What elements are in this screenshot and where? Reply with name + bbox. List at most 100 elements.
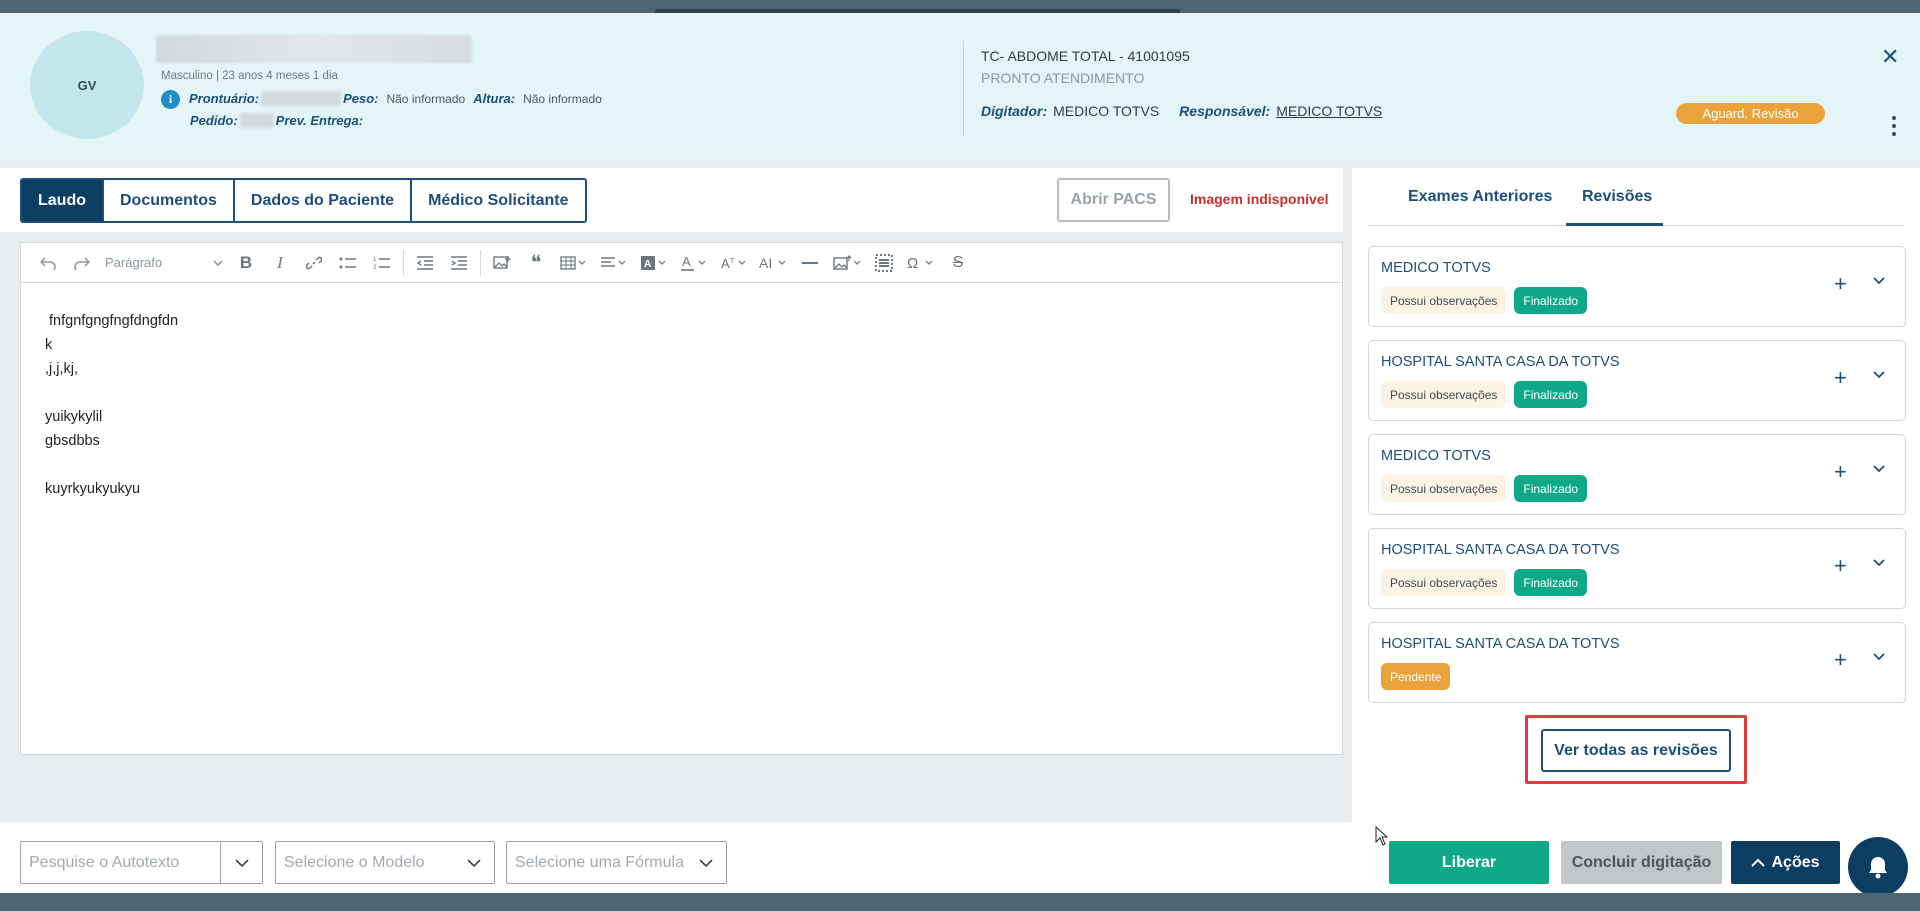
more-options-icon[interactable] (1891, 116, 1897, 136)
svg-text:T: T (730, 258, 735, 265)
image-upload-icon[interactable] (827, 248, 867, 278)
status-badge: Pendente (1381, 663, 1451, 690)
chevron-down-icon (686, 858, 726, 867)
open-pacs-button[interactable]: Abrir PACS (1057, 178, 1170, 222)
tab-documentos[interactable]: Documentos (104, 180, 235, 221)
undo-icon[interactable] (31, 248, 65, 278)
info-icon[interactable]: i (161, 90, 180, 109)
revision-badges: Possui observações Finalizado (1381, 381, 1588, 408)
tab-dados-paciente[interactable]: Dados do Paciente (234, 180, 413, 221)
status-badge: Finalizado (1514, 287, 1588, 314)
patient-name-redacted (156, 35, 472, 63)
svg-text:Ω: Ω (907, 255, 918, 271)
redo-icon[interactable] (65, 248, 99, 278)
outdent-icon[interactable] (408, 248, 442, 278)
prontuario-value-redacted (261, 91, 342, 106)
header-divider (963, 41, 964, 137)
add-icon[interactable]: + (1834, 553, 1847, 579)
svg-text:A: A (644, 259, 651, 270)
peso-value: Não informado (386, 91, 466, 106)
revision-badges: Possui observações Finalizado (1381, 475, 1588, 502)
altura-value: Não informado (523, 91, 602, 106)
revision-card[interactable]: HOSPITAL SANTA CASA DA TOTVS Possui obse… (1368, 528, 1906, 609)
autotext-placeholder: Pesquise o Autotexto (29, 853, 180, 871)
status-badge: Finalizado (1514, 381, 1588, 408)
indent-icon[interactable] (442, 248, 476, 278)
special-characters-icon[interactable]: Ω (901, 248, 941, 278)
observations-badge: Possui observações (1381, 475, 1507, 502)
patient-info-row: Prontuário: Peso: Não informado Altura: … (189, 91, 602, 106)
revision-title: MEDICO TOTVS (1381, 448, 1491, 464)
revision-card[interactable]: HOSPITAL SANTA CASA DA TOTVS Pendente + (1368, 622, 1906, 703)
tab-medico-solicitante[interactable]: Médico Solicitante (412, 180, 585, 221)
add-icon[interactable]: + (1834, 647, 1847, 673)
revision-card[interactable]: MEDICO TOTVS Possui observações Finaliza… (1368, 434, 1906, 515)
editor-content[interactable]: fnfgnfgngfngfdngfdn k ,j,j,kj, yuikykyli… (21, 283, 1342, 501)
revision-card[interactable]: MEDICO TOTVS Possui observações Finaliza… (1368, 246, 1906, 327)
toolbar-separator (480, 249, 481, 276)
align-icon[interactable] (593, 248, 633, 278)
chevron-down-icon[interactable] (1873, 275, 1885, 287)
actions-button[interactable]: Ações (1731, 841, 1840, 884)
italic-icon[interactable]: I (263, 248, 297, 278)
editor-line: k (45, 337, 53, 353)
bold-icon[interactable]: B (229, 248, 263, 278)
highlight-icon[interactable]: A (633, 248, 673, 278)
pedido-label: Pedido: (190, 113, 238, 128)
tab-exames-anteriores[interactable]: Exames Anteriores (1408, 188, 1552, 206)
digitador-row: Digitador: MEDICO TOTVS Responsável: MED… (981, 103, 1382, 119)
tab-revisoes[interactable]: Revisões (1582, 188, 1652, 206)
chevron-up-icon (1751, 858, 1766, 867)
revision-title: HOSPITAL SANTA CASA DA TOTVS (1381, 542, 1620, 558)
active-tab-indicator (1566, 223, 1663, 226)
editor-line: gbsdbbs (45, 433, 100, 449)
blockquote-icon[interactable]: ❝ (519, 248, 553, 278)
digitador-label: Digitador: (981, 103, 1048, 119)
model-select[interactable]: Selecione o Modelo (275, 841, 495, 884)
editor-toolbar: Parágrafo B I 12 ❝ A A AT AI Ω S (21, 243, 1342, 283)
strikethrough-icon[interactable]: S (941, 248, 975, 278)
revision-title: HOSPITAL SANTA CASA DA TOTVS (1381, 354, 1620, 370)
chevron-down-icon[interactable] (1873, 463, 1885, 475)
font-size-icon[interactable]: AT (713, 248, 753, 278)
svg-text:1: 1 (373, 257, 377, 263)
font-color-icon[interactable]: A (673, 248, 713, 278)
model-placeholder: Selecione o Modelo (284, 853, 425, 871)
patient-header: GV Masculino | 23 anos 4 meses 1 dia i P… (0, 13, 1920, 159)
formula-select[interactable]: Selecione uma Fórmula (506, 841, 727, 884)
select-all-icon[interactable] (867, 248, 901, 278)
text-case-icon[interactable]: AI (753, 248, 793, 278)
horizontal-line-icon[interactable] (793, 248, 827, 278)
avatar: GV (30, 31, 144, 139)
bullet-list-icon[interactable] (331, 248, 365, 278)
numbered-list-icon[interactable]: 12 (365, 248, 399, 278)
status-badge: Finalizado (1514, 569, 1588, 596)
add-icon[interactable]: + (1834, 365, 1847, 391)
observations-badge: Possui observações (1381, 381, 1507, 408)
notifications-bell-icon[interactable] (1848, 837, 1908, 897)
paragraph-style-select[interactable]: Parágrafo (99, 255, 229, 270)
autotext-search[interactable]: Pesquise o Autotexto (20, 841, 263, 884)
see-all-revisions-button[interactable]: Ver todas as revisões (1541, 729, 1731, 772)
formula-placeholder: Selecione uma Fórmula (515, 853, 684, 871)
mouse-cursor-icon (1375, 826, 1389, 846)
tab-laudo[interactable]: Laudo (22, 180, 104, 221)
chevron-down-icon[interactable] (220, 842, 262, 883)
chevron-down-icon[interactable] (1873, 557, 1885, 569)
close-icon[interactable]: ✕ (1881, 46, 1899, 68)
top-bar (0, 0, 1920, 13)
responsavel-link[interactable]: MEDICO TOTVS (1276, 103, 1382, 119)
table-icon[interactable] (553, 248, 593, 278)
add-icon[interactable]: + (1834, 459, 1847, 485)
link-icon[interactable] (297, 248, 331, 278)
chevron-down-icon[interactable] (1873, 369, 1885, 381)
release-button[interactable]: Liberar (1389, 841, 1549, 884)
right-tabs: Exames Anteriores Revisões (1368, 177, 1904, 226)
add-icon[interactable]: + (1834, 271, 1847, 297)
revision-card[interactable]: HOSPITAL SANTA CASA DA TOTVS Possui obse… (1368, 340, 1906, 421)
chevron-down-icon[interactable] (1873, 651, 1885, 663)
insert-image-icon[interactable] (485, 248, 519, 278)
finish-typing-button[interactable]: Concluir digitação (1561, 841, 1722, 884)
svg-text:2: 2 (373, 265, 377, 271)
